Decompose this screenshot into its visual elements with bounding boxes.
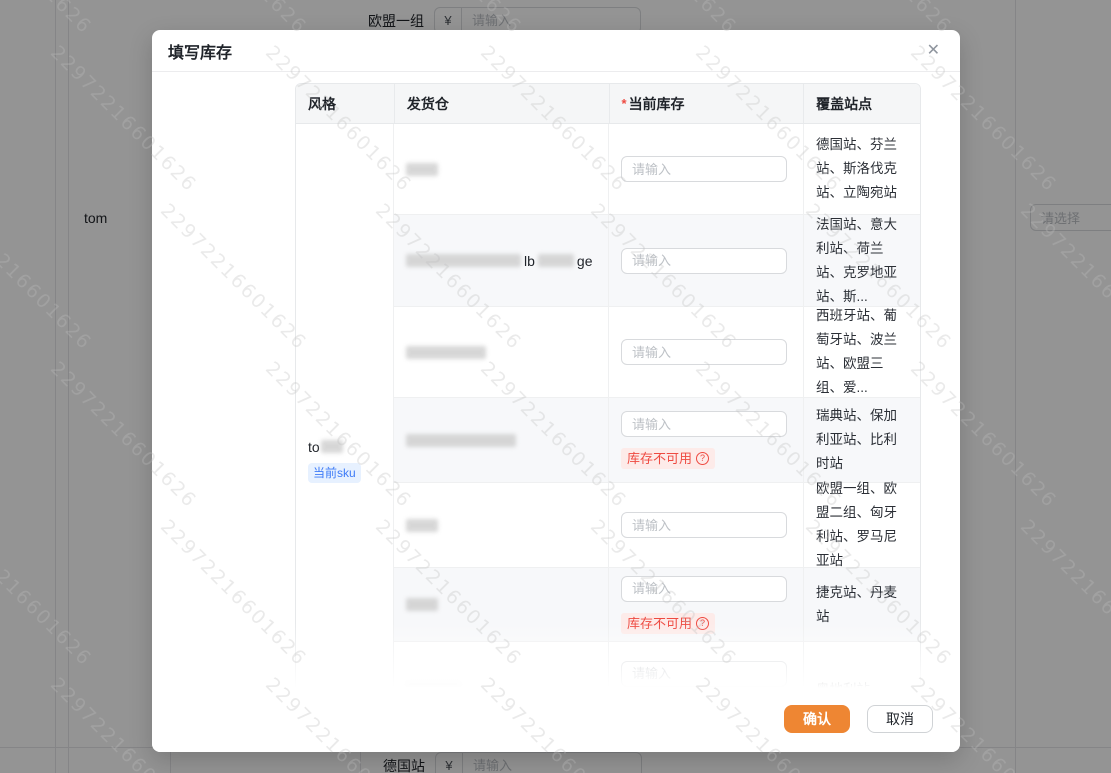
warehouse-cell	[394, 398, 609, 482]
current-stock-cell: 库存不可用?	[609, 568, 804, 641]
stock-quantity-input[interactable]	[621, 339, 787, 365]
covered-sites-cell: 瑞典站、保加利亚站、比利时站	[804, 398, 920, 482]
redacted-warehouse-name	[406, 519, 438, 532]
covered-sites-text: 法国站、意大利站、荷兰站、克罗地亚站、斯...	[816, 213, 908, 309]
covered-sites-cell: 捷克站、丹麦站	[804, 568, 920, 641]
column-header-label: 发货仓	[407, 94, 449, 114]
fill-inventory-modal: 填写库存 ✕ 风格 发货仓 * 当前库存 覆盖站点	[152, 30, 960, 752]
warehouse-cell	[394, 124, 609, 214]
stock-quantity-input[interactable]	[621, 576, 787, 602]
warehouse-cell: lb ge	[394, 215, 609, 306]
redacted-warehouse-name	[406, 346, 486, 359]
table-row: 库存不可用? 瑞典站、保加利亚站、比利时站	[394, 398, 920, 483]
table-row: 西班牙站、葡萄牙站、波兰站、欧盟三组、爱...	[394, 307, 920, 398]
stock-quantity-input[interactable]	[621, 661, 787, 687]
table-row: 库存不可用? 捷克站、丹麦站	[394, 568, 920, 642]
stock-quantity-input[interactable]	[621, 156, 787, 182]
covered-sites-text: 欧盟一组、欧盟二组、匈牙利站、罗马尼亚站	[816, 477, 908, 573]
column-header-current-stock: * 当前库存	[610, 84, 805, 123]
redacted-warehouse-name	[406, 434, 516, 447]
column-header-label: 覆盖站点	[816, 94, 872, 114]
help-question-icon[interactable]: ?	[696, 452, 709, 465]
covered-sites-text: 捷克站、丹麦站	[816, 581, 908, 629]
covered-sites-text: 西班牙站、葡萄牙站、波兰站、欧盟三组、爱...	[816, 304, 908, 400]
current-stock-cell	[609, 483, 804, 567]
covered-sites-cell: 西班牙站、葡萄牙站、波兰站、欧盟三组、爱...	[804, 307, 920, 397]
modal-body: 风格 发货仓 * 当前库存 覆盖站点 to	[152, 72, 960, 752]
covered-sites-cell: 法国站、意大利站、荷兰站、克罗地亚站、斯...	[804, 215, 920, 306]
style-cell: to 当前sku	[296, 124, 394, 737]
table-body: to 当前sku 德国站、芬兰站、斯洛伐克站、立陶宛站 lb ge 法国站、意大利站、…	[296, 124, 920, 737]
covered-sites-cell: 欧盟一组、欧盟二组、匈牙利站、罗马尼亚站	[804, 483, 920, 567]
warehouse-name-fragment: ge	[577, 253, 593, 269]
stock-unavailable-label: 库存不可用	[627, 615, 692, 632]
modal-title: 填写库存	[168, 39, 232, 63]
column-header-label: 当前库存	[629, 94, 685, 114]
warehouse-cell	[394, 483, 609, 567]
current-stock-cell	[609, 307, 804, 397]
inventory-table: 风格 发货仓 * 当前库存 覆盖站点 to	[295, 83, 921, 738]
required-asterisk: *	[622, 96, 627, 111]
cancel-button[interactable]: 取消	[867, 705, 933, 733]
table-header-row: 风格 发货仓 * 当前库存 覆盖站点	[296, 84, 920, 124]
warehouse-cell	[394, 568, 609, 641]
table-row: 德国站、芬兰站、斯洛伐克站、立陶宛站	[394, 124, 920, 215]
warehouse-rows: 德国站、芬兰站、斯洛伐克站、立陶宛站 lb ge 法国站、意大利站、荷兰站、克罗地亚站…	[394, 124, 920, 737]
stock-unavailable-label: 库存不可用	[627, 450, 692, 467]
table-row: 欧盟一组、欧盟二组、匈牙利站、罗马尼亚站	[394, 483, 920, 568]
redacted-warehouse-name	[406, 254, 521, 267]
modal-footer: 确认 取消	[152, 695, 960, 752]
stock-unavailable-badge: 库存不可用?	[621, 613, 715, 634]
help-question-icon[interactable]: ?	[696, 617, 709, 630]
column-header-label: 风格	[308, 94, 336, 114]
redacted-warehouse-name	[406, 598, 438, 611]
close-icon[interactable]: ✕	[927, 43, 940, 59]
confirm-button[interactable]: 确认	[784, 705, 850, 733]
table-row: lb ge 法国站、意大利站、荷兰站、克罗地亚站、斯...	[394, 215, 920, 307]
stock-quantity-input[interactable]	[621, 411, 787, 437]
redacted-text	[321, 440, 343, 453]
style-name: to	[308, 439, 343, 455]
current-sku-badge: 当前sku	[308, 463, 361, 483]
stock-unavailable-badge: 库存不可用?	[621, 448, 715, 469]
redacted-warehouse-name	[538, 254, 574, 267]
column-header-covered-sites: 覆盖站点	[804, 84, 920, 123]
style-name-text: to	[308, 439, 320, 455]
covered-sites-text: 德国站、芬兰站、斯洛伐克站、立陶宛站	[816, 133, 908, 205]
current-stock-cell	[609, 215, 804, 306]
covered-sites-cell: 德国站、芬兰站、斯洛伐克站、立陶宛站	[804, 124, 920, 214]
modal-header: 填写库存 ✕	[152, 30, 960, 72]
warehouse-cell	[394, 307, 609, 397]
stock-quantity-input[interactable]	[621, 248, 787, 274]
current-stock-cell: 库存不可用?	[609, 398, 804, 482]
redacted-warehouse-name	[406, 163, 438, 176]
warehouse-name-fragment: lb	[524, 253, 535, 269]
current-stock-cell	[609, 124, 804, 214]
covered-sites-text: 瑞典站、保加利亚站、比利时站	[816, 404, 908, 476]
stock-quantity-input[interactable]	[621, 512, 787, 538]
column-header-style: 风格	[296, 84, 395, 123]
column-header-warehouse: 发货仓	[395, 84, 610, 123]
